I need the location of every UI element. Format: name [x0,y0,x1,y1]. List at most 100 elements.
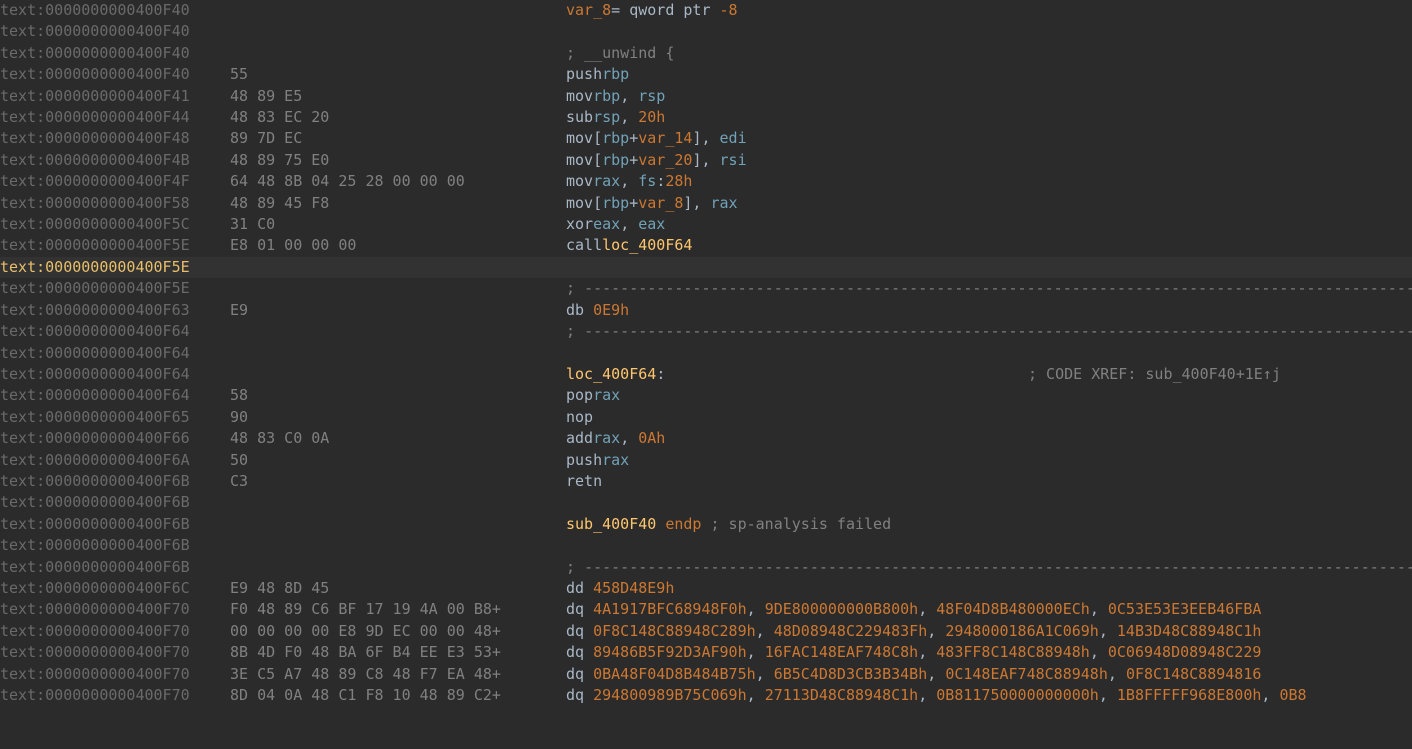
instruction-area: xoreax, eax [566,214,665,235]
operand: + [629,151,638,169]
disassembly-view[interactable]: text:0000000000400F40 var_8= qword ptr -… [0,0,1412,749]
disasm-line[interactable]: text:0000000000400F70 8D 04 0A 48 C1 F8 … [0,685,1412,706]
instruction-area: ; --------------------------------------… [566,557,1412,578]
address: text:0000000000400F41 [0,86,230,107]
data-qword: 0C53E53E3EEB46FBA [1108,600,1262,618]
instruction-area: dq 294800989B75C069h, 27113D48C88948C1h,… [566,685,1307,706]
instruction-area: mov[rbp+var_8], rax [566,193,738,214]
address: text:0000000000400F6B [0,492,230,513]
instruction-area: loc_400F64: [566,364,665,385]
disasm-line[interactable]: text:0000000000400F64 58poprax [0,385,1412,406]
address: text:0000000000400F6A [0,450,230,471]
hex-bytes [230,321,566,342]
token: endp [665,515,701,533]
operand: , [620,108,638,126]
operand: rax [602,451,629,469]
operand: rbp [602,65,629,83]
disasm-line[interactable]: text:0000000000400F6B [0,535,1412,556]
instruction-area: pushrbp [566,64,629,85]
operand: var_20 [638,151,692,169]
disasm-line[interactable]: text:0000000000400F70 3E C5 A7 48 89 C8 … [0,664,1412,685]
disasm-line[interactable]: text:0000000000400F6A 50pushrax [0,450,1412,471]
disasm-line[interactable]: text:0000000000400F5E [0,257,1412,278]
disasm-line[interactable]: text:0000000000400F4F 64 48 8B 04 25 28 … [0,171,1412,192]
token: ; __unwind { [566,44,674,62]
disasm-line[interactable]: text:0000000000400F70 8B 4D F0 48 BA 6F … [0,642,1412,663]
address: text:0000000000400F6C [0,578,230,599]
disasm-line[interactable]: text:0000000000400F5E ; ----------------… [0,278,1412,299]
mnemonic: call [566,236,602,254]
address: text:0000000000400F4B [0,150,230,171]
disasm-line[interactable]: text:0000000000400F6B C3retn [0,471,1412,492]
token: qword ptr [629,1,719,19]
disasm-line[interactable]: text:0000000000400F70 00 00 00 00 E8 9D … [0,621,1412,642]
disasm-line[interactable]: text:0000000000400F40 55pushrbp [0,64,1412,85]
disasm-line[interactable]: text:0000000000400F58 48 89 45 F8mov[rbp… [0,193,1412,214]
token: sub_400F40 [566,515,656,533]
disasm-line[interactable]: text:0000000000400F6C E9 48 8D 45dd 458D… [0,578,1412,599]
instruction-area: pushrax [566,450,629,471]
data-directive: dq [566,686,593,704]
token [701,515,710,533]
separator-dashes: ----------------------------------------… [584,279,1412,297]
disasm-line[interactable]: text:0000000000400F48 89 7D ECmov[rbp+va… [0,128,1412,149]
instruction-area: dq 0BA48F04D8B484B75h, 6B5C4D8D3CB3B34Bh… [566,664,1261,685]
disasm-line[interactable]: text:0000000000400F70 F0 48 89 C6 BF 17 … [0,599,1412,620]
disasm-line[interactable]: text:0000000000400F64 loc_400F64:; CODE … [0,364,1412,385]
instruction-area: ; --------------------------------------… [566,321,1412,342]
operand: eax [638,215,665,233]
comment-marker: ; [566,558,584,576]
disasm-line[interactable]: text:0000000000400F5E E8 01 00 00 00call… [0,235,1412,256]
address: text:0000000000400F70 [0,664,230,685]
address: text:0000000000400F6B [0,471,230,492]
instruction-area: addrax, 0Ah [566,428,665,449]
disasm-line[interactable]: text:0000000000400F40 var_8= qword ptr -… [0,0,1412,21]
mnemonic: pop [566,386,593,404]
operand: loc_400F64 [602,236,692,254]
address: text:0000000000400F40 [0,0,230,21]
disasm-line[interactable]: text:0000000000400F6B [0,492,1412,513]
disasm-line[interactable]: text:0000000000400F6B ; ----------------… [0,557,1412,578]
address: text:0000000000400F65 [0,407,230,428]
disasm-line[interactable]: text:0000000000400F66 48 83 C0 0Aaddrax,… [0,428,1412,449]
hex-bytes: 48 83 C0 0A [230,428,566,449]
data-qword: 89486B5F92D3AF90h [593,643,747,661]
token: 458D48E9h [593,579,674,597]
address: text:0000000000400F70 [0,685,230,706]
hex-bytes: C3 [230,471,566,492]
disasm-line[interactable]: text:0000000000400F6B sub_400F40 endp ; … [0,514,1412,535]
operand: rax [593,429,620,447]
hex-bytes: 48 89 45 F8 [230,193,566,214]
operand: ], [692,129,719,147]
address: text:0000000000400F48 [0,128,230,149]
operand: , [620,87,638,105]
hex-bytes: 89 7D EC [230,128,566,149]
data-qword: 9DE800000000B800h [765,600,919,618]
hex-bytes [230,557,566,578]
instruction-area: poprax [566,385,620,406]
disasm-line[interactable]: text:0000000000400F5C 31 C0xoreax, eax [0,214,1412,235]
data-directive: dq [566,665,593,683]
hex-bytes [230,514,566,535]
disasm-line[interactable]: text:0000000000400F41 48 89 E5movrbp, rs… [0,86,1412,107]
comment-marker: ; [566,322,584,340]
disasm-line[interactable]: text:0000000000400F44 48 83 EC 20subrsp,… [0,107,1412,128]
address: text:0000000000400F40 [0,64,230,85]
disasm-line[interactable]: text:0000000000400F64 [0,343,1412,364]
disasm-line[interactable]: text:0000000000400F65 90nop [0,407,1412,428]
disasm-line[interactable]: text:0000000000400F64 ; ----------------… [0,321,1412,342]
disasm-line[interactable]: text:0000000000400F40 ; __unwind { [0,43,1412,64]
data-qword: 0BA48F04D8B484B75h [593,665,756,683]
hex-bytes [230,278,566,299]
data-qword: 0B8 [1279,686,1306,704]
disasm-line[interactable]: text:0000000000400F40 [0,21,1412,42]
data-qword: 6B5C4D8D3CB3B34Bh [774,665,928,683]
token: 0E9h [593,301,629,319]
disasm-line[interactable]: text:0000000000400F4B 48 89 75 E0mov[rbp… [0,150,1412,171]
instruction-area: dd 458D48E9h [566,578,674,599]
data-qword: 483FF8C148C88948h [936,643,1090,661]
operand: 28h [665,172,692,190]
disasm-line[interactable]: text:0000000000400F63 E9db 0E9h [0,300,1412,321]
operand: rbp [602,151,629,169]
hex-bytes: 31 C0 [230,214,566,235]
